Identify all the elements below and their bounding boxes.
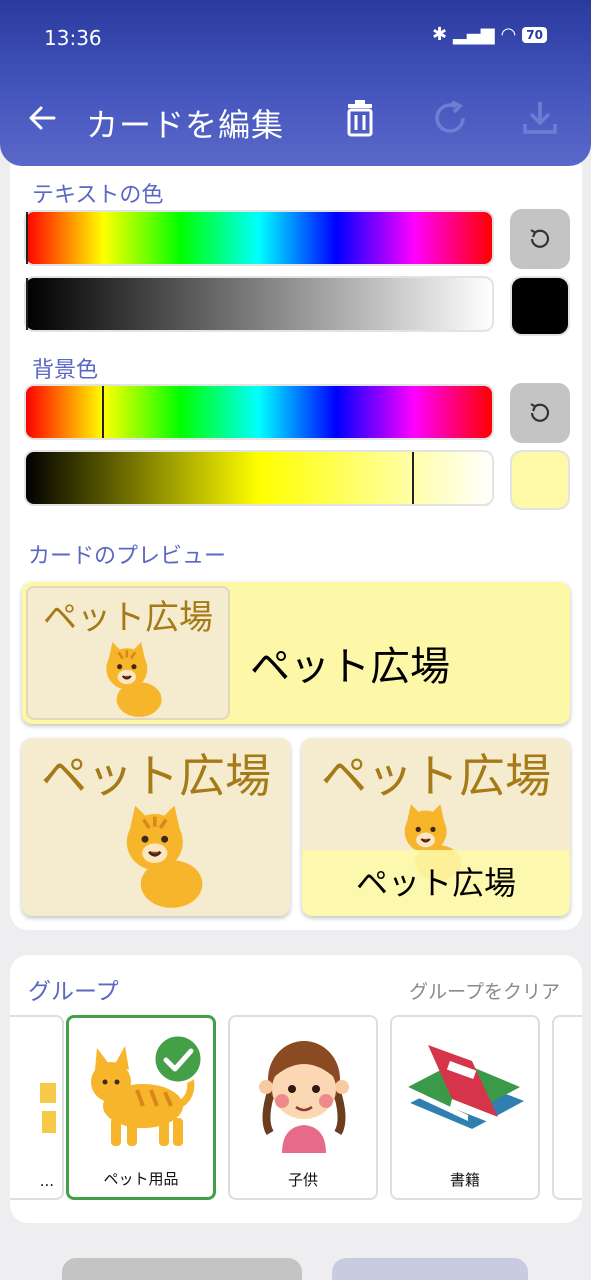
group-item-label: ...	[39, 1172, 54, 1190]
download-icon[interactable]	[520, 98, 560, 138]
trash-icon[interactable]	[340, 98, 380, 138]
preview-label: カードのプレビュー	[28, 544, 227, 569]
save-button[interactable]	[332, 1258, 528, 1280]
bg-hue-slider[interactable]	[24, 384, 494, 440]
wifi-icon: ◠	[500, 24, 517, 45]
app-bar: 13:36 ✱ ▂▄▆ ◠ 70 カードを編集	[0, 0, 591, 166]
preview-tile-text: ペット広場	[41, 749, 271, 803]
text-color-swatch	[510, 276, 570, 336]
cancel-button[interactable]	[62, 1258, 302, 1280]
reset-icon	[530, 229, 550, 248]
status-icons: ✱ ▂▄▆ ◠ 70	[432, 24, 547, 45]
group-item[interactable]: 書籍	[390, 1015, 540, 1200]
reset-icon	[530, 403, 550, 422]
preview-card-tile-overlay: ペット広場 ペット広場	[302, 738, 570, 916]
group-item-label: 子供	[287, 1171, 318, 1189]
back-arrow-icon[interactable]	[24, 100, 60, 136]
text-brightness-handle[interactable]	[26, 278, 28, 330]
text-hue-slider[interactable]	[24, 210, 494, 266]
group-item[interactable]: ...	[10, 1015, 64, 1200]
battery-icon: 70	[522, 26, 547, 43]
preview-card-title: ペット広場	[250, 644, 450, 690]
card-group: グループ グループをクリア ... ペット用品 子供 書籍	[10, 955, 582, 1223]
preview-card-wide: ペット広場 ペット広場	[22, 582, 570, 724]
bluetooth-icon: ✱	[431, 24, 448, 45]
refresh-icon[interactable]	[430, 98, 470, 138]
bg-brightness-slider[interactable]	[24, 450, 494, 506]
text-color-reset-button[interactable]	[510, 209, 570, 269]
child-icon	[259, 1041, 349, 1153]
group-item[interactable]: 子供	[228, 1015, 378, 1200]
books-icon	[408, 1045, 524, 1137]
preview-card-thumb: ペット広場	[26, 586, 230, 720]
cat-icon	[106, 642, 162, 717]
status-time: 13:36	[44, 26, 102, 50]
text-hue-handle[interactable]	[26, 212, 28, 264]
signal-icon: ▂▄▆	[453, 24, 495, 45]
page-title: カードを編集	[86, 106, 285, 144]
text-color-label: テキストの色	[32, 183, 164, 208]
check-icon	[152, 1033, 204, 1085]
bg-brightness-handle[interactable]	[412, 452, 414, 504]
bg-color-reset-button[interactable]	[510, 383, 570, 443]
clear-group-button[interactable]: グループをクリア	[409, 977, 560, 1004]
preview-tile-text: ペット広場	[321, 749, 551, 803]
group-item-label: ペット用品	[103, 1170, 179, 1188]
preview-card-tile: ペット広場	[22, 738, 290, 916]
group-item-selected[interactable]: ペット用品	[66, 1015, 216, 1200]
bg-color-label: 背景色	[32, 358, 99, 383]
partial-item-icon	[40, 1083, 56, 1133]
group-item[interactable]	[552, 1015, 582, 1200]
group-item-label: 書籍	[449, 1171, 480, 1189]
group-label: グループ	[28, 979, 119, 1005]
text-brightness-slider[interactable]	[24, 276, 494, 332]
preview-tile-band-text: ペット広場	[355, 864, 516, 902]
cat-icon	[126, 805, 203, 908]
bg-color-swatch	[510, 450, 570, 510]
preview-card-text: ペット広場	[43, 598, 213, 638]
bg-hue-handle[interactable]	[102, 386, 104, 438]
